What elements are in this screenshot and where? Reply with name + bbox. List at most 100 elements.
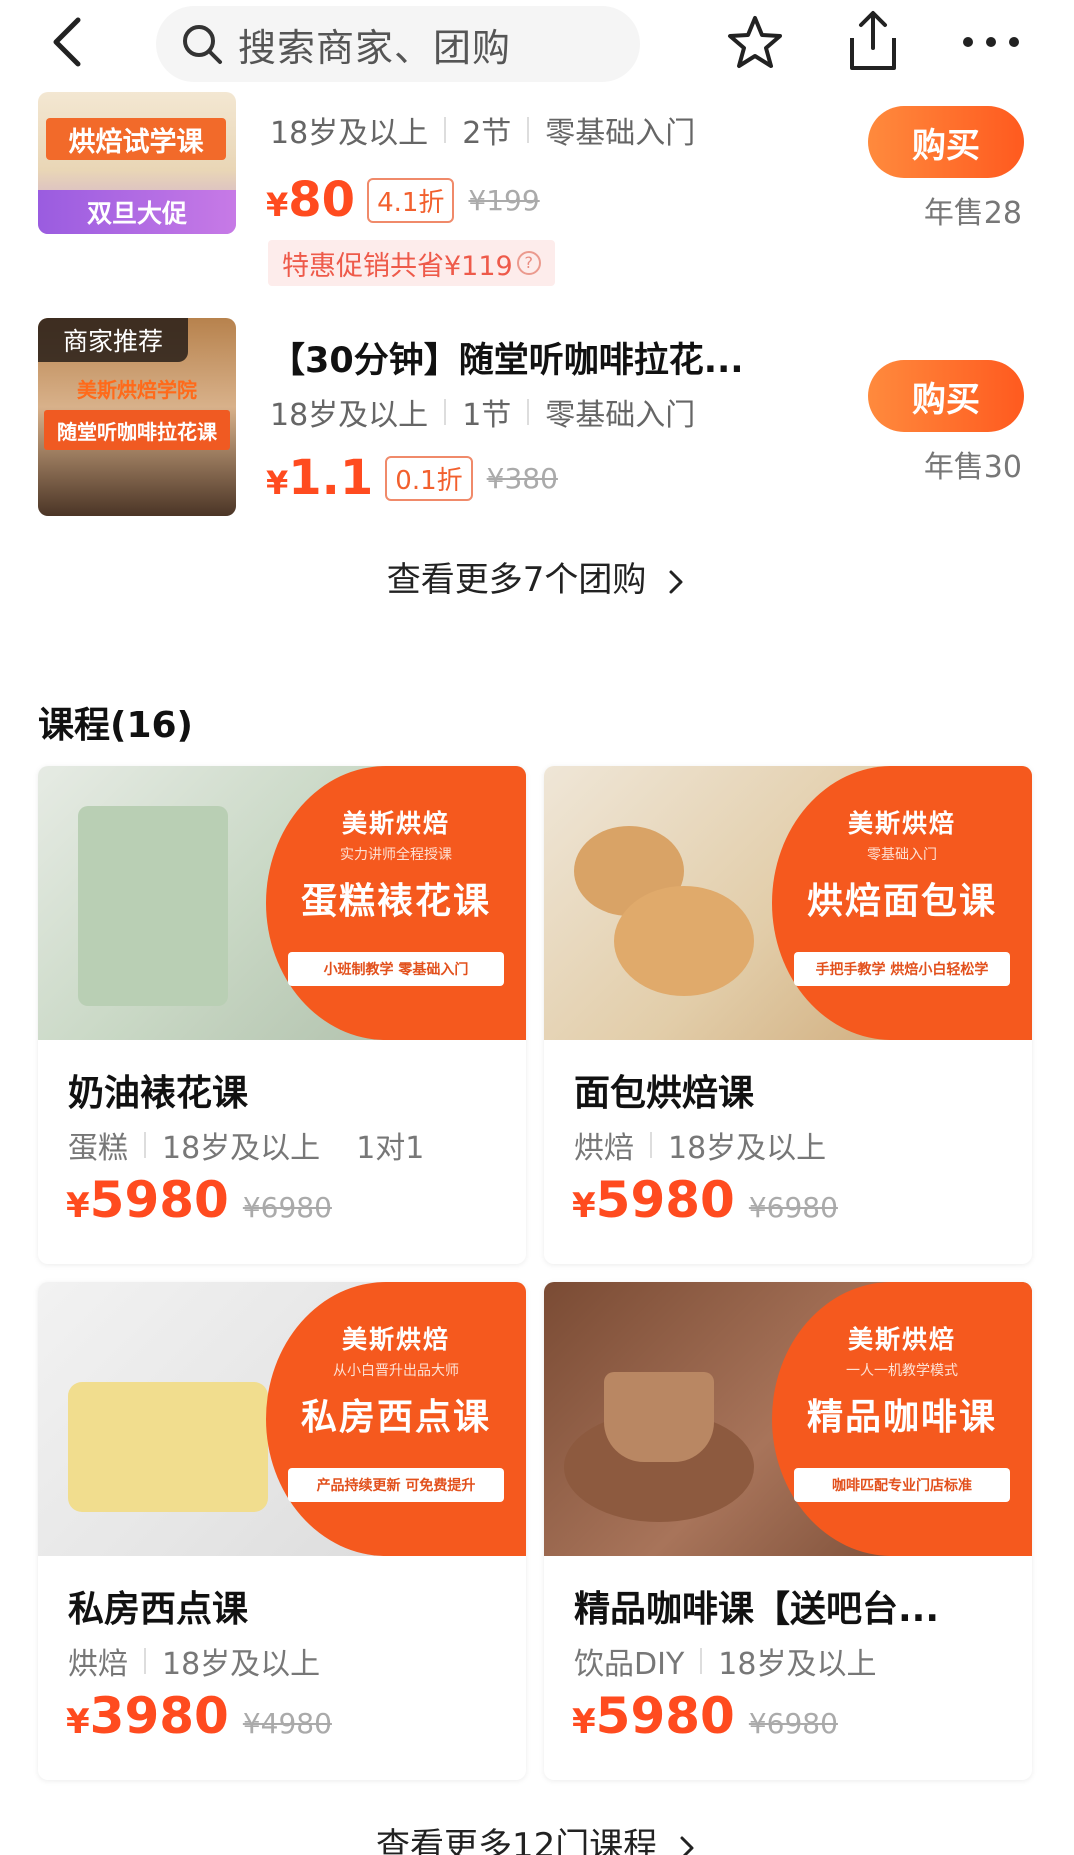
search-input[interactable]: 搜索商家、团购 bbox=[156, 6, 640, 82]
annual-sales: 年售28 bbox=[923, 196, 1022, 231]
original-price: ¥4980 bbox=[242, 1707, 332, 1740]
cake-illustration bbox=[78, 806, 228, 1006]
banner-tagline: 小班制教学 零基础入门 bbox=[288, 952, 504, 986]
favorite-button[interactable] bbox=[724, 12, 786, 74]
buy-button[interactable]: 购买 bbox=[868, 106, 1024, 178]
original-price: ¥6980 bbox=[748, 1191, 838, 1224]
meta-category: 饮品DIY bbox=[574, 1647, 685, 1682]
meta-age: 18岁及以上 bbox=[162, 1131, 321, 1166]
original-price: ¥6980 bbox=[748, 1707, 838, 1740]
more-button[interactable] bbox=[958, 20, 1024, 64]
banner-panel: 美斯烘焙 从小白晋升出品大师 私房西点课 产品持续更新 可免费提升 bbox=[266, 1282, 526, 1556]
courses-heading: 课程(16) bbox=[38, 705, 194, 746]
course-banner: 美斯烘焙 从小白晋升出品大师 私房西点课 产品持续更新 可免费提升 bbox=[38, 1282, 526, 1556]
original-price: ¥6980 bbox=[242, 1191, 332, 1224]
more-deals-link[interactable]: 查看更多7个团购 bbox=[0, 552, 1074, 601]
promo-savings: 特惠促销共省¥119 ? bbox=[268, 240, 555, 286]
meta-category: 烘焙 bbox=[68, 1647, 128, 1682]
banner-title: 蛋糕裱花课 bbox=[300, 881, 491, 922]
course-name: 精品咖啡课【送吧台... bbox=[574, 1589, 940, 1630]
banner-tagline: 咖啡匹配专业门店标准 bbox=[794, 1468, 1010, 1502]
course-meta: 饮品DIY 18岁及以上 bbox=[574, 1639, 876, 1683]
currency-symbol: ¥ bbox=[572, 1186, 596, 1226]
banner-tagline: 手把手教学 烘焙小白轻松学 bbox=[794, 952, 1010, 986]
course-price: ¥ 5980 ¥6980 bbox=[572, 1687, 838, 1745]
annual-sales: 年售30 bbox=[923, 450, 1022, 485]
thumb-bottom-label: 双旦大促 bbox=[38, 190, 236, 234]
chevron-left-icon bbox=[53, 17, 81, 67]
course-card[interactable]: 美斯烘焙 零基础入门 烘焙面包课 手把手教学 烘焙小白轻松学 面包烘焙课 烘焙 … bbox=[544, 766, 1032, 1264]
meta-sessions: 2节 bbox=[462, 116, 512, 151]
course-name: 私房西点课 bbox=[68, 1589, 249, 1630]
currency-symbol: ¥ bbox=[266, 464, 289, 502]
course-card[interactable]: 美斯烘焙 从小白晋升出品大师 私房西点课 产品持续更新 可免费提升 私房西点课 … bbox=[38, 1282, 526, 1780]
banner-brand: 美斯烘焙 bbox=[847, 1325, 956, 1354]
currency-symbol: ¥ bbox=[66, 1186, 90, 1226]
price-value: 5980 bbox=[89, 1171, 229, 1229]
more-dots-icon bbox=[963, 37, 1019, 47]
deal-price-row: ¥80 4.1折 ¥199 bbox=[266, 172, 540, 228]
banner-subtitle: 一人一机教学模式 bbox=[846, 1363, 958, 1379]
banner-panel: 美斯烘焙 零基础入门 烘焙面包课 手把手教学 烘焙小白轻松学 bbox=[772, 766, 1032, 1040]
price-value: 1.1 bbox=[288, 450, 374, 506]
divider bbox=[650, 1132, 652, 1158]
deal-meta: 18岁及以上 1节 零基础入门 bbox=[270, 390, 695, 434]
course-card[interactable]: 美斯烘焙 一人一机教学模式 精品咖啡课 咖啡匹配专业门店标准 精品咖啡课【送吧台… bbox=[544, 1282, 1032, 1780]
back-button[interactable] bbox=[40, 12, 100, 72]
deal-price: ¥80 bbox=[266, 172, 355, 228]
deal-thumbnail: 商家推荐 美斯烘焙学院 随堂听咖啡拉花课 bbox=[38, 318, 236, 516]
course-banner: 美斯烘焙 一人一机教学模式 精品咖啡课 咖啡匹配专业门店标准 bbox=[544, 1282, 1032, 1556]
price-value: 80 bbox=[288, 172, 356, 228]
search-placeholder: 搜索商家、团购 bbox=[238, 25, 512, 70]
course-banner: 美斯烘焙 实力讲师全程授课 蛋糕裱花课 小班制教学 零基础入门 bbox=[38, 766, 526, 1040]
thumb-top-label: 烘焙试学课 bbox=[46, 118, 226, 160]
meta-level: 零基础入门 bbox=[545, 116, 696, 151]
deal-price-row: ¥1.1 0.1折 ¥380 bbox=[266, 450, 558, 506]
course-name: 面包烘焙课 bbox=[574, 1073, 755, 1114]
deal-item[interactable]: 商家推荐 美斯烘焙学院 随堂听咖啡拉花课 【30分钟】随堂听咖啡拉花... 18… bbox=[0, 310, 1074, 530]
price-value: 5980 bbox=[595, 1171, 735, 1229]
search-icon bbox=[183, 25, 222, 64]
meta-sessions: 1节 bbox=[462, 398, 512, 433]
help-icon[interactable]: ? bbox=[516, 251, 541, 275]
course-card[interactable]: 美斯烘焙 实力讲师全程授课 蛋糕裱花课 小班制教学 零基础入门 奶油裱花课 蛋糕… bbox=[38, 766, 526, 1264]
banner-title: 私房西点课 bbox=[300, 1397, 491, 1438]
course-meta: 烘焙 18岁及以上 bbox=[68, 1639, 320, 1683]
price-value: 3980 bbox=[89, 1687, 229, 1745]
more-courses-label: 查看更多12门课程 bbox=[375, 1826, 658, 1855]
meta-level: 零基础入门 bbox=[545, 398, 696, 433]
course-price: ¥ 5980 ¥6980 bbox=[66, 1171, 332, 1229]
banner-panel: 美斯烘焙 一人一机教学模式 精品咖啡课 咖啡匹配专业门店标准 bbox=[772, 1282, 1032, 1556]
star-icon bbox=[728, 16, 782, 68]
currency-symbol: ¥ bbox=[66, 1702, 90, 1742]
currency-symbol: ¥ bbox=[266, 186, 289, 224]
banner-brand: 美斯烘焙 bbox=[341, 1325, 450, 1354]
share-button[interactable] bbox=[842, 8, 904, 74]
pastry-illustration bbox=[68, 1382, 268, 1512]
meta-category: 蛋糕 bbox=[68, 1131, 128, 1166]
promo-text: 特惠促销共省¥119 bbox=[282, 250, 513, 282]
bread-illustration bbox=[614, 886, 754, 996]
divider bbox=[444, 399, 447, 425]
meta-age: 18岁及以上 bbox=[718, 1647, 877, 1682]
course-meta: 蛋糕 18岁及以上 1对1 bbox=[68, 1123, 424, 1167]
banner-title: 精品咖啡课 bbox=[806, 1397, 997, 1438]
banner-brand: 美斯烘焙 bbox=[847, 809, 956, 838]
banner-subtitle: 实力讲师全程授课 bbox=[340, 847, 452, 863]
more-courses-link[interactable]: 查看更多12门课程 bbox=[0, 1818, 1074, 1855]
course-name: 奶油裱花课 bbox=[68, 1073, 249, 1114]
coffee-cup-illustration bbox=[604, 1372, 714, 1462]
price-value: 5980 bbox=[595, 1687, 735, 1745]
course-banner: 美斯烘焙 零基础入门 烘焙面包课 手把手教学 烘焙小白轻松学 bbox=[544, 766, 1032, 1040]
course-price: ¥ 3980 ¥4980 bbox=[66, 1687, 332, 1745]
buy-button[interactable]: 购买 bbox=[868, 360, 1024, 432]
meta-age: 18岁及以上 bbox=[162, 1647, 321, 1682]
deal-thumbnail: 烘焙试学课 双旦大促 bbox=[38, 92, 236, 234]
banner-subtitle: 零基础入门 bbox=[867, 847, 937, 863]
course-meta: 烘焙 18岁及以上 bbox=[574, 1123, 826, 1167]
deal-meta: 18岁及以上 2节 零基础入门 bbox=[270, 108, 695, 152]
deal-price: ¥1.1 bbox=[266, 450, 373, 506]
discount-badge: 4.1折 bbox=[367, 177, 455, 223]
banner-subtitle: 从小白晋升出品大师 bbox=[333, 1363, 459, 1379]
top-bar: 搜索商家、团购 bbox=[0, 0, 1074, 92]
